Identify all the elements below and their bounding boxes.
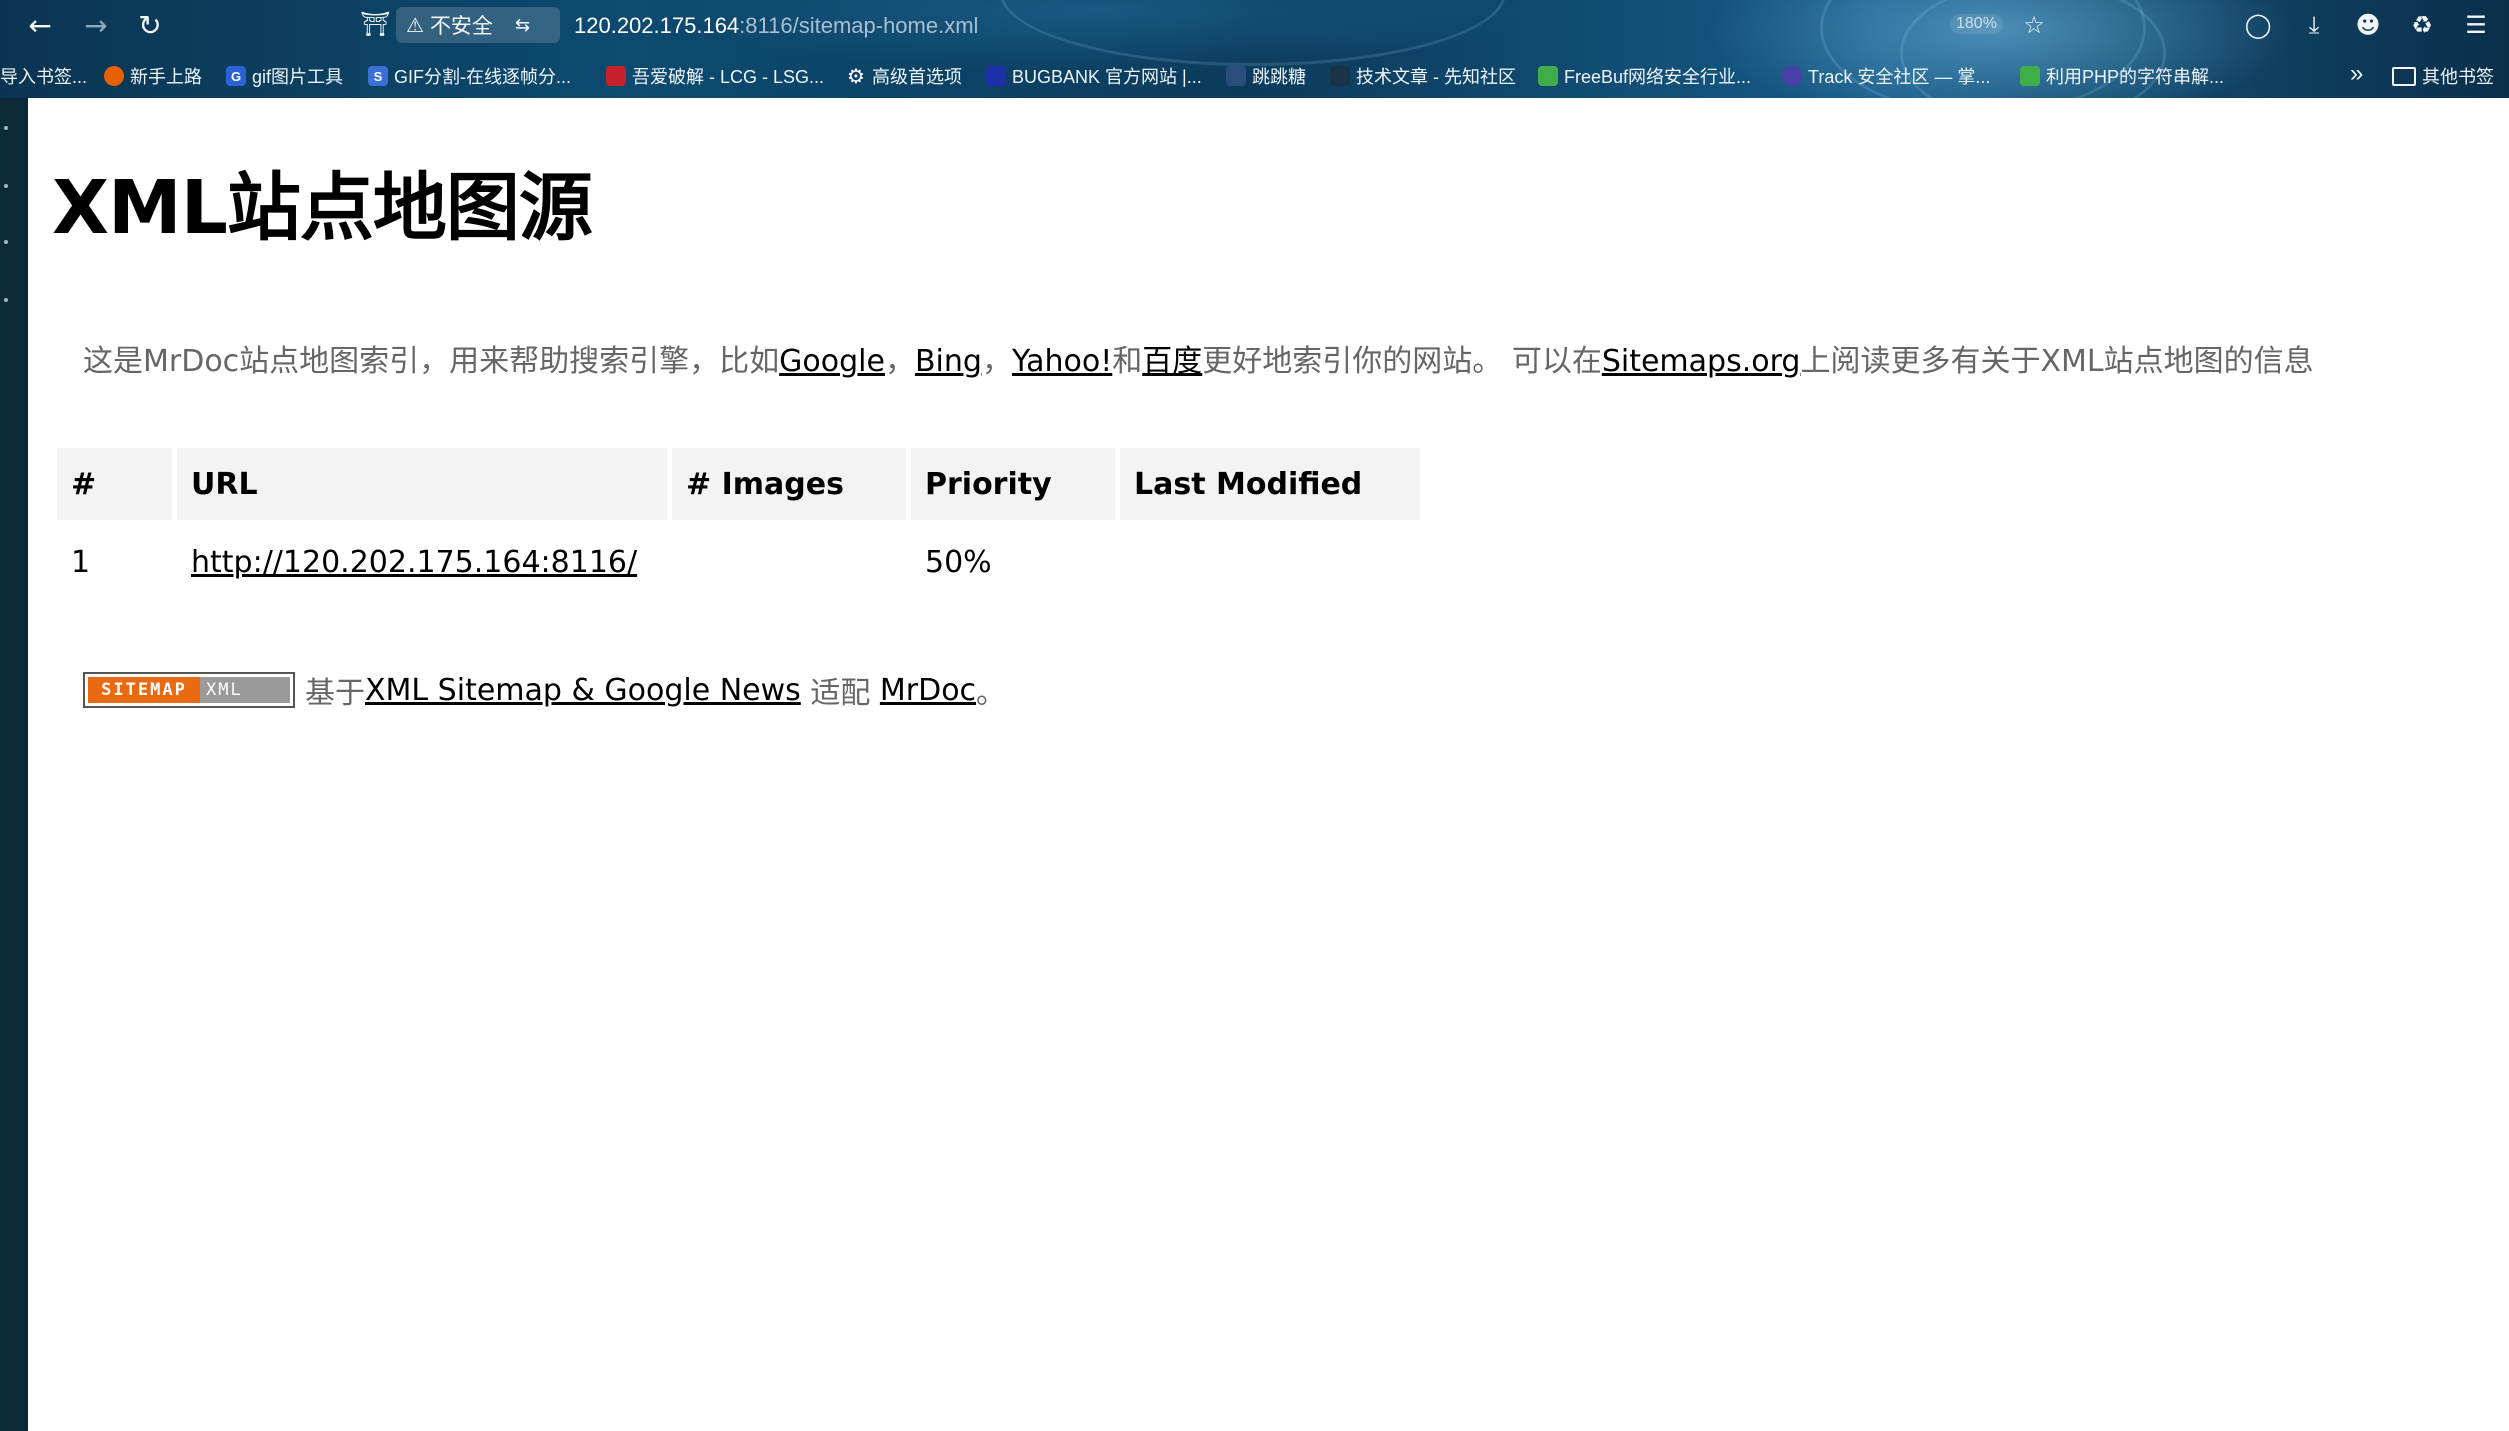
star-bookmark-icon[interactable]: ☆ bbox=[2016, 8, 2052, 42]
gif-site-icon: S bbox=[368, 66, 388, 86]
baidu-link[interactable]: 百度 bbox=[1142, 344, 1202, 379]
xianzhi-icon bbox=[1330, 66, 1350, 86]
bookmark-label: 吾爱破解 - LCG - LSG... bbox=[632, 67, 825, 87]
row-url-link[interactable]: http://120.202.175.164:8116/ bbox=[191, 545, 637, 580]
bookmark-label: 跳跳糖 bbox=[1252, 67, 1306, 87]
column-header-last-modified[interactable]: Last Modified bbox=[1120, 448, 1420, 520]
column-header-number[interactable]: # bbox=[57, 448, 172, 520]
gear-icon: ⚙ bbox=[847, 65, 865, 88]
bookmark-item[interactable]: Track 安全社区 — 掌... bbox=[1782, 63, 1990, 89]
back-icon[interactable]: ← bbox=[22, 8, 58, 42]
page-title: XML站点地图源 bbox=[52, 165, 593, 251]
shield-icon[interactable]: ⛩ bbox=[360, 10, 390, 39]
bookmark-label: gif图片工具 bbox=[252, 67, 344, 87]
bookmark-item[interactable]: 吾爱破解 - LCG - LSG... bbox=[606, 63, 824, 89]
menu-icon[interactable]: ☰ bbox=[2458, 8, 2494, 42]
freebuf-icon bbox=[1538, 66, 1558, 86]
folder-icon bbox=[2392, 66, 2416, 86]
column-header-images[interactable]: # Images bbox=[672, 448, 906, 520]
xml-sitemap-plugin-link[interactable]: XML Sitemap & Google News bbox=[365, 673, 801, 708]
tiaotiaotang-icon bbox=[1226, 66, 1246, 86]
column-header-url[interactable]: URL bbox=[177, 448, 667, 520]
sitemaps-org-link[interactable]: Sitemaps.org bbox=[1602, 344, 1801, 379]
reload-icon[interactable]: ↻ bbox=[132, 8, 168, 42]
bookmark-item[interactable]: G gif图片工具 bbox=[226, 63, 343, 89]
download-icon[interactable]: ⤓ bbox=[2296, 8, 2332, 42]
address-bar[interactable]: ⛩ ⚠ 不安全 ⇆ 120.202.175.164:8116/sitemap-h… bbox=[352, 4, 1952, 46]
site-security-indicator[interactable]: ⚠ 不安全 ⇆ bbox=[396, 7, 560, 43]
row-number: 1 bbox=[71, 544, 91, 580]
insecure-lock-icon: ⚠ bbox=[406, 14, 424, 37]
firefox-icon bbox=[104, 66, 124, 86]
bing-link[interactable]: Bing bbox=[915, 344, 982, 379]
mrdoc-link[interactable]: MrDoc bbox=[880, 673, 976, 708]
permissions-icon[interactable]: ⇆ bbox=[515, 15, 530, 36]
intro-segment: 上阅读更多有关于XML站点地图的信息 bbox=[1800, 344, 2314, 379]
bookmark-item[interactable]: 导入书签... bbox=[0, 63, 87, 89]
intro-separator: ， bbox=[884, 344, 915, 379]
bookmark-item[interactable]: 跳跳糖 bbox=[1226, 63, 1306, 89]
other-bookmarks-label: 其他书签 bbox=[2422, 67, 2494, 87]
sitemap-table: # URL # Images Priority Last Modified 1 … bbox=[52, 448, 1425, 604]
browser-toolbar: ← → ↻ ⛩ ⚠ 不安全 ⇆ 120.202.175.164:8116/sit… bbox=[0, 0, 2509, 50]
bookmark-item[interactable]: S GIF分割-在线逐帧分... bbox=[368, 63, 571, 89]
bookmark-label: BUGBANK 官方网站 |... bbox=[1012, 67, 1202, 87]
row-last-modified bbox=[1120, 520, 1420, 604]
sidebar-strip bbox=[0, 98, 28, 1431]
sitemap-xml-badge: SITEMAP XML bbox=[83, 672, 295, 708]
footer-text: 基于 bbox=[305, 676, 365, 711]
row-url-cell: http://120.202.175.164:8116/ bbox=[177, 520, 667, 604]
g-site-icon: G bbox=[226, 66, 246, 86]
other-bookmarks[interactable]: 其他书签 bbox=[2392, 63, 2494, 89]
bookmark-item[interactable]: BUGBANK 官方网站 |... bbox=[986, 63, 1202, 89]
row-priority: 50% bbox=[925, 544, 992, 580]
page-content: XML站点地图源 这是MrDoc站点地图索引，用来帮助搜索引擎，比如Google… bbox=[28, 98, 2509, 1431]
php-article-icon bbox=[2020, 66, 2040, 86]
bookmark-label: 导入书签... bbox=[0, 67, 88, 87]
row-images bbox=[672, 520, 906, 604]
bugbank-icon bbox=[986, 66, 1006, 86]
bookmark-item[interactable]: 利用PHP的字符串解... bbox=[2020, 63, 2224, 89]
bookmark-item[interactable]: FreeBuf网络安全行业... bbox=[1538, 63, 1751, 89]
bookmark-label: FreeBuf网络安全行业... bbox=[1564, 67, 1752, 87]
yahoo-link[interactable]: Yahoo! bbox=[1012, 344, 1112, 379]
account-icon[interactable]: ☻ bbox=[2350, 8, 2386, 42]
bookmark-item[interactable]: 技术文章 - 先知社区 bbox=[1330, 63, 1516, 89]
chevron-double-right-icon[interactable]: » bbox=[2350, 60, 2363, 88]
52pojie-icon bbox=[606, 66, 626, 86]
footer-text: 适配 bbox=[800, 676, 880, 711]
bookmark-label: 高级首选项 bbox=[872, 67, 962, 87]
security-label: 不安全 bbox=[429, 15, 493, 38]
bookmark-label: 利用PHP的字符串解... bbox=[2046, 67, 2225, 87]
column-header-priority[interactable]: Priority bbox=[911, 448, 1115, 520]
url-text[interactable]: 120.202.175.164:8116/sitemap-home.xml bbox=[574, 13, 978, 39]
pocket-icon[interactable]: ◯ bbox=[2240, 8, 2276, 42]
table-row: 1 http://120.202.175.164:8116/ 50% bbox=[57, 520, 1420, 604]
intro-segment: 和 bbox=[1112, 344, 1143, 379]
forward-icon[interactable]: → bbox=[78, 8, 114, 42]
zoom-level[interactable]: 180% bbox=[1950, 14, 2003, 34]
intro-text: 这是MrDoc站点地图索引，用来帮助搜索引擎，比如Google，Bing，Yah… bbox=[83, 336, 2314, 380]
bookmark-label: Track 安全社区 — 掌... bbox=[1808, 67, 1991, 87]
bookmark-item[interactable]: 新手上路 bbox=[104, 63, 202, 89]
browser-chrome: ← → ↻ ⛩ ⚠ 不安全 ⇆ 120.202.175.164:8116/sit… bbox=[0, 0, 2509, 98]
badge-sitemap-label: SITEMAP bbox=[88, 677, 200, 703]
extensions-icon[interactable]: ♻ bbox=[2404, 8, 2440, 42]
intro-segment: 这是MrDoc站点地图索引，用来帮助搜索引擎，比如 bbox=[83, 344, 780, 379]
footer: SITEMAP XML 基于 XML Sitemap & Google News … bbox=[83, 668, 1006, 712]
intro-segment: 更好地索引你的网站。 可以在 bbox=[1202, 344, 1602, 379]
bookmark-label: 新手上路 bbox=[130, 67, 202, 87]
badge-xml-label: XML bbox=[200, 677, 290, 703]
track-icon bbox=[1782, 66, 1802, 86]
url-host: 120.202.175.164 bbox=[574, 13, 740, 38]
intro-separator: ， bbox=[981, 344, 1012, 379]
bookmark-label: GIF分割-在线逐帧分... bbox=[394, 67, 571, 87]
bookmark-label: 技术文章 - 先知社区 bbox=[1356, 67, 1516, 87]
google-link[interactable]: Google bbox=[779, 344, 885, 379]
bookmarks-toolbar: 导入书签... 新手上路 G gif图片工具 S GIF分割-在线逐帧分... … bbox=[0, 56, 2509, 96]
bookmark-item[interactable]: ⚙ 高级首选项 bbox=[846, 63, 962, 89]
footer-text: 。 bbox=[976, 676, 1007, 711]
table-header-row: # URL # Images Priority Last Modified bbox=[57, 448, 1420, 520]
url-path: :8116/sitemap-home.xml bbox=[739, 13, 979, 38]
